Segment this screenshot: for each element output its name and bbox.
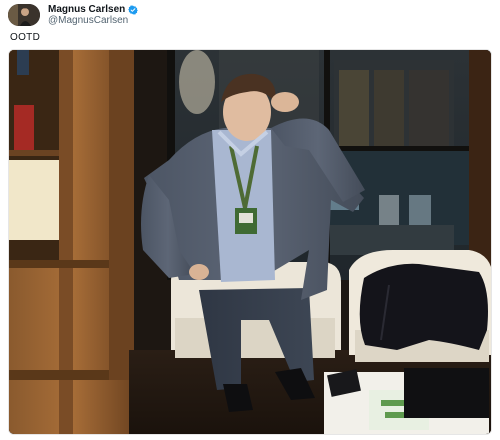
photo-illustration [9,50,491,434]
author-handle[interactable]: @MagnusCarlsen [48,15,138,26]
tweet-header: Magnus Carlsen @MagnusCarlsen [8,3,139,27]
verified-badge-icon [128,4,139,15]
display-name-row: Magnus Carlsen [48,4,139,15]
tweet-text: OOTD [10,32,41,43]
avatar-image [8,4,40,26]
author-names: Magnus Carlsen @MagnusCarlsen [48,4,139,26]
avatar[interactable] [8,4,40,26]
tweet-card[interactable]: Magnus Carlsen @MagnusCarlsen OOTD [0,0,500,440]
tweet-photo[interactable] [8,49,492,435]
display-name[interactable]: Magnus Carlsen [48,4,125,15]
